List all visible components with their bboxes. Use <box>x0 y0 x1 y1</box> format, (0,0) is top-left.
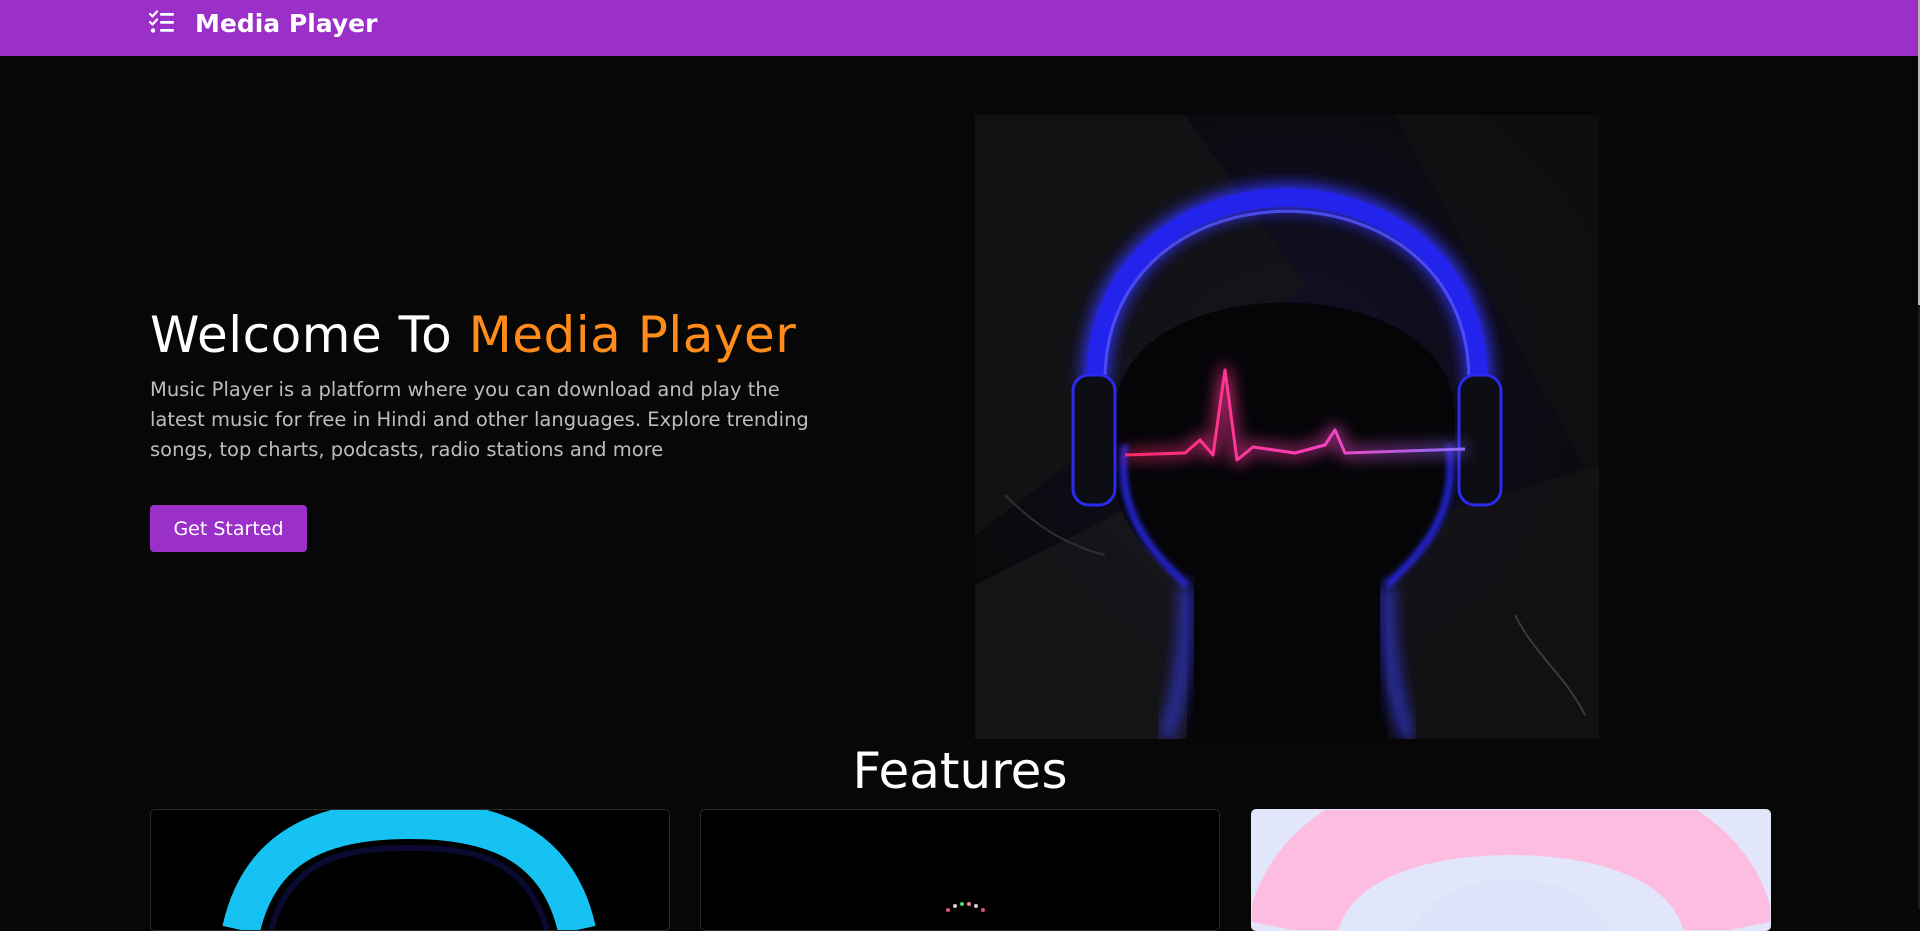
neon-headphones-heartbeat-illustration <box>975 115 1599 739</box>
hero-title: Welcome To Media Player <box>150 302 796 368</box>
hero-title-prefix: Welcome To <box>150 306 469 364</box>
get-started-button[interactable]: Get Started <box>150 505 307 552</box>
features-heading: Features <box>852 742 1068 800</box>
hero-title-highlight: Media Player <box>468 306 797 364</box>
brand-link[interactable]: Media Player <box>195 4 377 44</box>
dotted-equalizer-image <box>946 902 985 912</box>
hero-description: Music Player is a platform where you can… <box>150 378 809 461</box>
navbar: Media Player <box>0 0 1918 56</box>
feature-card[interactable] <box>700 809 1220 931</box>
cyan-ring-image <box>222 810 596 930</box>
feature-card[interactable] <box>1251 809 1771 931</box>
checklist-menu-icon[interactable] <box>148 10 175 34</box>
pink-ring-image <box>1252 810 1770 930</box>
feature-card[interactable] <box>150 809 670 931</box>
